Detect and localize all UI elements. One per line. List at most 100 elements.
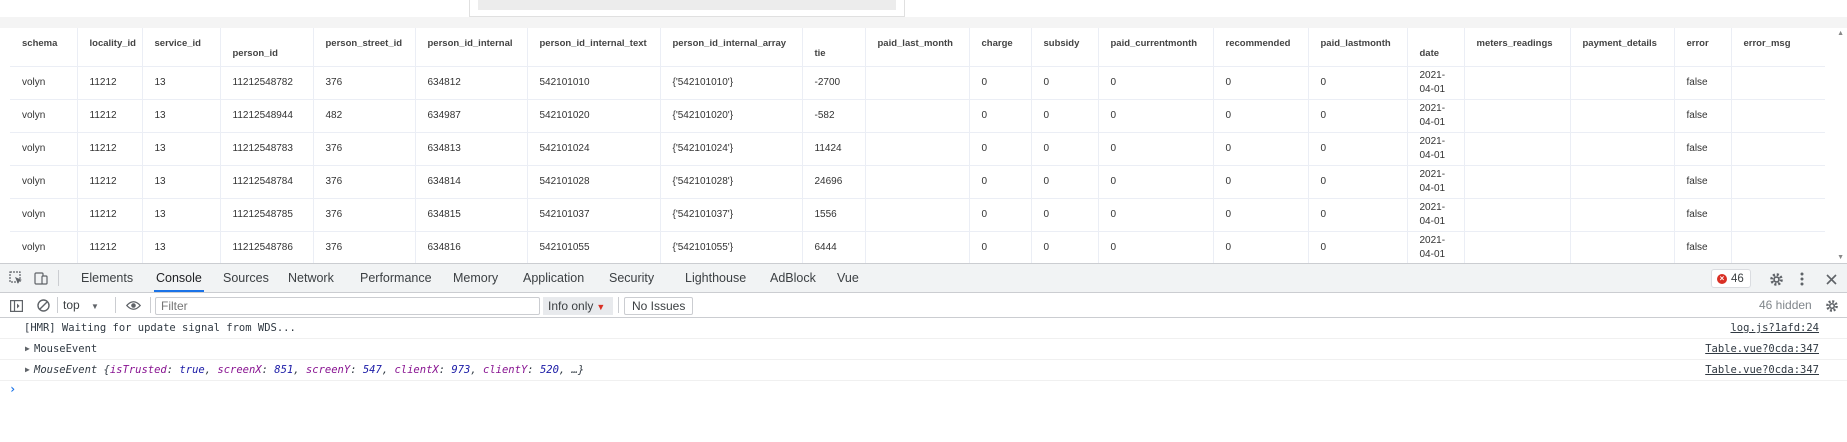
clear-console-icon[interactable]	[35, 297, 51, 314]
col-header[interactable]: person_street_id	[313, 28, 416, 67]
tab-vue[interactable]: Vue	[835, 264, 861, 292]
table-row[interactable]: volyn 11212 13 11212548783 376 634813 54210102…	[10, 132, 1825, 166]
table-cell-date: 2021-04-01	[1407, 231, 1465, 263]
table-cell-recommended: 0	[1213, 99, 1309, 133]
col-header[interactable]: schema	[10, 28, 78, 67]
object-value: 520	[539, 364, 559, 376]
col-header[interactable]: date	[1407, 28, 1465, 67]
table-cell-recommended: 0	[1213, 66, 1309, 100]
table-cell-locality-id: 11212	[77, 198, 143, 232]
tab-console[interactable]: Console	[154, 264, 204, 292]
tab-network[interactable]: Network	[286, 264, 336, 292]
object-value: true	[179, 364, 205, 376]
col-header[interactable]: person_id_internal	[415, 28, 528, 67]
tab-application[interactable]: Application	[521, 264, 586, 292]
console-source-link[interactable]: Table.vue?0cda:347	[1705, 360, 1819, 380]
table-cell-payment-details	[1570, 66, 1675, 100]
object-key: screenX	[217, 364, 262, 376]
table-cell-meters-readings	[1464, 231, 1571, 263]
tab-adblock[interactable]: AdBlock	[768, 264, 818, 292]
table-cell-paid-lastmonth: 0	[1308, 198, 1408, 232]
log-level-label: Info only	[548, 299, 594, 313]
object-key: clientY	[483, 364, 528, 376]
table-cell-person-id-internal-text: 542101055	[527, 231, 661, 263]
console-prompt-line[interactable]: ›	[0, 381, 1847, 401]
table-cell-person-id: 11212548782	[220, 66, 314, 100]
object-suffix: , …}	[558, 364, 585, 376]
col-header[interactable]: payment_details	[1570, 28, 1675, 67]
inspect-icon[interactable]	[8, 270, 24, 286]
tab-memory[interactable]: Memory	[451, 264, 500, 292]
table-cell-person-id-internal: 634816	[415, 231, 528, 263]
caret-icon: ▼	[596, 302, 606, 312]
tab-security[interactable]: Security	[607, 264, 656, 292]
col-header[interactable]: recommended	[1213, 28, 1309, 67]
table-cell-paid-currentmonth: 0	[1098, 165, 1214, 199]
console-filter-input[interactable]	[155, 297, 540, 315]
table-scrollbar[interactable]: ▲ ▼	[1835, 28, 1847, 263]
col-header[interactable]: charge	[969, 28, 1032, 67]
context-select[interactable]: top ▼	[63, 297, 99, 314]
console-message[interactable]: ▶ MouseEvent Table.vue?0cda:347	[0, 339, 1847, 360]
col-header[interactable]: meters_readings	[1464, 28, 1571, 67]
col-header[interactable]: person_id	[220, 28, 314, 67]
error-count-badge[interactable]: × 46	[1711, 269, 1751, 288]
tab-performance[interactable]: Performance	[358, 264, 434, 292]
col-header[interactable]: error_msg	[1731, 28, 1825, 67]
expand-triangle-icon[interactable]: ▶	[25, 360, 30, 380]
table-row[interactable]: volyn 11212 13 11212548784 376 634814 54210102…	[10, 165, 1825, 199]
col-header[interactable]: paid_lastmonth	[1308, 28, 1408, 67]
table-cell-meters-readings	[1464, 132, 1571, 166]
table-cell-person-id-internal-array: {'542101024'}	[660, 132, 803, 166]
sidebar-toggle-icon[interactable]	[8, 297, 24, 314]
col-header[interactable]: person_id_internal_text	[527, 28, 661, 67]
table-cell-locality-id: 11212	[77, 99, 143, 133]
table-cell-payment-details	[1570, 132, 1675, 166]
object-key: isTrusted	[109, 364, 167, 376]
col-header[interactable]: locality_id	[77, 28, 143, 67]
table-cell-date: 2021-04-01	[1407, 198, 1465, 232]
scroll-up-icon[interactable]: ▲	[1837, 30, 1844, 37]
tab-sources[interactable]: Sources	[221, 264, 271, 292]
table-cell-person-id-internal-array: {'542101037'}	[660, 198, 803, 232]
error-icon: ×	[1717, 273, 1727, 284]
col-header[interactable]: service_id	[142, 28, 221, 67]
table-row[interactable]: volyn 11212 13 11212548785 376 634815 54210103…	[10, 198, 1825, 232]
tab-elements[interactable]: Elements	[79, 264, 135, 292]
table-cell-tie: 6444	[802, 231, 866, 263]
table-cell-locality-id: 11212	[77, 165, 143, 199]
header-band	[0, 17, 1847, 28]
col-header[interactable]: paid_currentmonth	[1098, 28, 1214, 67]
table-cell-charge: 0	[969, 231, 1032, 263]
tab-lighthouse[interactable]: Lighthouse	[683, 264, 748, 292]
table-cell-error: false	[1674, 165, 1732, 199]
log-level-select[interactable]: Info only ▼	[543, 297, 613, 315]
table-cell-tie: 11424	[802, 132, 866, 166]
console-source-link[interactable]: Table.vue?0cda:347	[1705, 339, 1819, 359]
top-input-field[interactable]	[478, 0, 896, 10]
col-header[interactable]: error	[1674, 28, 1732, 67]
col-header[interactable]: paid_last_month	[865, 28, 970, 67]
close-icon[interactable]	[1823, 270, 1839, 288]
table-cell-error-msg	[1731, 198, 1825, 232]
table-row[interactable]: volyn 11212 13 11212548944 482 634987 54210102…	[10, 99, 1825, 133]
scroll-down-icon[interactable]: ▼	[1837, 254, 1844, 261]
table-cell-date: 2021-04-01	[1407, 132, 1465, 166]
device-toggle-icon[interactable]	[33, 270, 49, 286]
table-cell-service-id: 13	[142, 66, 221, 100]
console-settings-icon[interactable]	[1824, 297, 1840, 314]
app-area: schema locality_id service_id person_id …	[0, 0, 1847, 263]
console-message[interactable]: ▶ MouseEvent {isTrusted: true, screenX: …	[0, 360, 1847, 381]
table-row[interactable]: volyn 11212 13 11212548782 376 634812 54210101…	[10, 66, 1825, 100]
col-header[interactable]: person_id_internal_array	[660, 28, 803, 67]
col-header[interactable]: subsidy	[1031, 28, 1099, 67]
console-source-link[interactable]: log.js?1afd:24	[1730, 318, 1819, 338]
col-header[interactable]: tie	[802, 28, 866, 67]
issues-button[interactable]: No Issues	[624, 297, 694, 315]
table-cell-person-street-id: 376	[313, 165, 416, 199]
settings-gear-icon[interactable]	[1767, 270, 1785, 288]
expand-triangle-icon[interactable]: ▶	[25, 339, 30, 359]
eye-icon[interactable]	[124, 297, 142, 314]
table-row[interactable]: volyn 11212 13 11212548786 376 634816 54210105…	[10, 231, 1825, 263]
more-vert-icon[interactable]	[1795, 270, 1809, 288]
